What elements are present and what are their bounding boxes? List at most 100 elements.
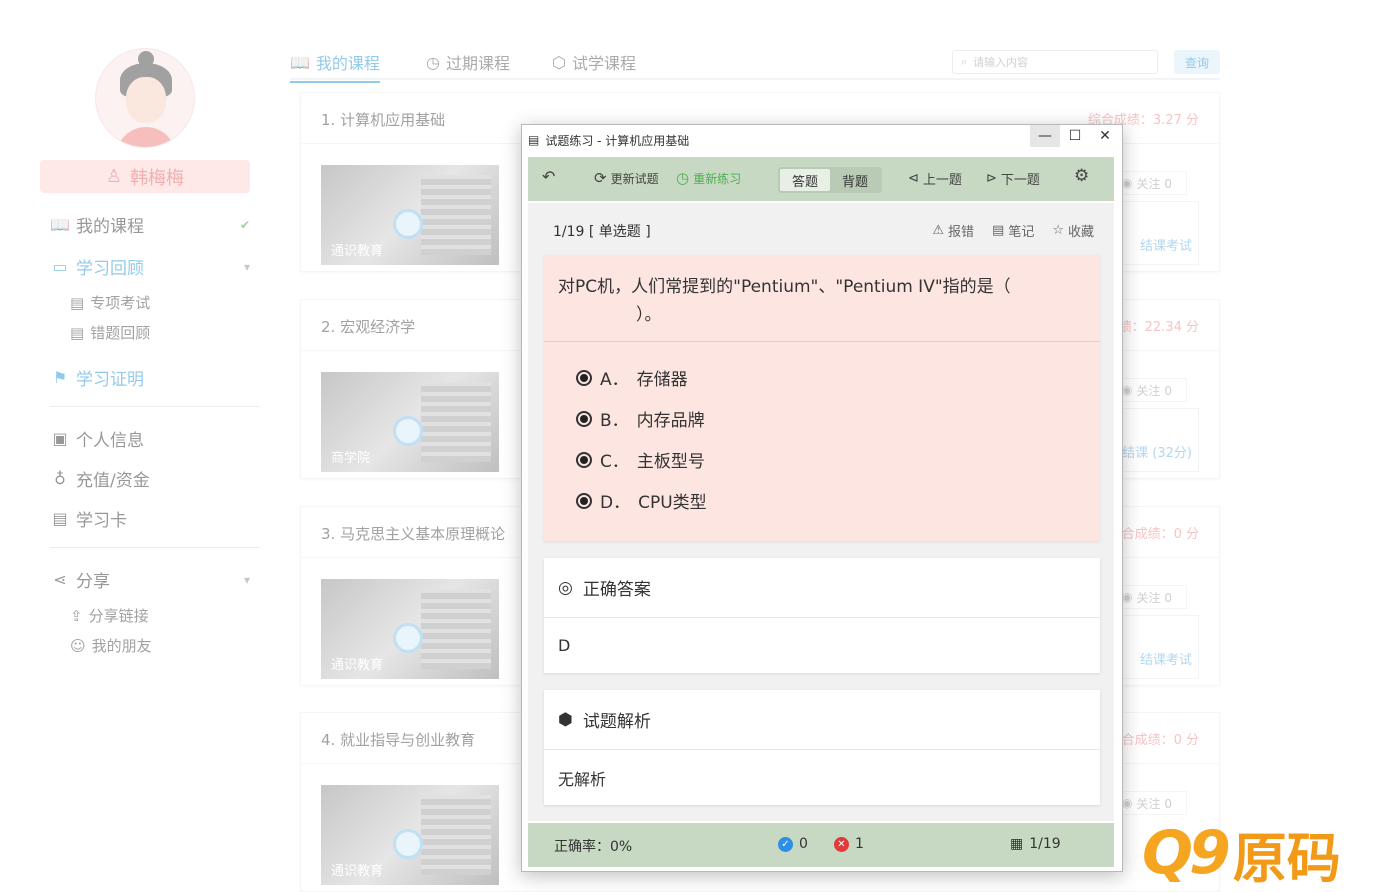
- eye-icon: ◉: [1122, 796, 1133, 810]
- course-thumbnail[interactable]: 通识教育: [321, 785, 499, 885]
- sheet-icon: ▦: [1010, 836, 1024, 852]
- warning-icon: ⚠: [932, 223, 944, 238]
- option-d[interactable]: D． CPU类型: [576, 488, 707, 513]
- doc-icon: ▤: [70, 323, 85, 342]
- clock-icon: ◷: [426, 52, 440, 72]
- practice-statusbar: 正确率：0% ✓ 0 ✕ 1 ▦ 1/19: [528, 823, 1114, 867]
- option-a[interactable]: A． 存储器: [576, 365, 688, 390]
- correct-answer-panel: ◎ 正确答案 D: [544, 558, 1100, 673]
- x-circle-icon: ✕: [834, 836, 849, 852]
- question-text: 对PC机，人们常提到的"Pentium"、"Pentium IV"指的是（ ）。: [558, 277, 1011, 325]
- restart-practice-button[interactable]: ◷ 重新练习: [676, 169, 741, 187]
- doc-icon: ▤: [70, 293, 85, 312]
- user-icon: ♙: [105, 166, 123, 187]
- accuracy-text: 正确率：0%: [554, 839, 633, 855]
- course-thumbnail[interactable]: 商学院: [321, 372, 499, 472]
- sidebar-item-study-card[interactable]: ▤ 学习卡: [50, 506, 260, 531]
- tab-my-courses[interactable]: 📖 我的课程: [290, 50, 380, 83]
- mode-memorize-button[interactable]: 背题: [830, 169, 880, 191]
- monitor-icon: ▭: [52, 257, 68, 276]
- certificate-icon: ⚑: [52, 368, 68, 387]
- check-circle-icon: ✓: [778, 836, 793, 852]
- minimize-button[interactable]: —: [1030, 125, 1060, 147]
- clock-icon: ◷: [676, 169, 690, 187]
- prev-question-button[interactable]: ⊲ 上一题: [908, 169, 962, 188]
- prev-icon: ⊲: [908, 171, 919, 186]
- search-button[interactable]: 查询: [1174, 50, 1220, 74]
- check-icon: ✔: [239, 217, 250, 232]
- tab-trial-courses[interactable]: ⬡ 试学课程: [552, 50, 636, 74]
- window-title: 试题练习 - 计算机应用基础: [545, 133, 690, 148]
- sidebar-item-recharge[interactable]: ♁ 充值/资金: [50, 466, 260, 491]
- sidebar-item-share[interactable]: ⋖ 分享 ▾: [50, 567, 260, 592]
- eye-icon: ◉: [1122, 590, 1133, 604]
- school-logo-icon: [393, 623, 423, 653]
- course-category: 通识教育: [331, 658, 384, 673]
- document-icon: ▤: [528, 133, 540, 147]
- practice-toolbar: ↶ ⟳ 更新试题 ◷ 重新练习 答题 背题 ⊲ 上一题 ⊳ 下一题 ⚙: [528, 157, 1114, 201]
- username-badge[interactable]: ♙ 韩梅梅: [40, 160, 250, 193]
- mode-switch: 答题 背题: [778, 167, 882, 193]
- money-bag-icon: ♁: [54, 469, 66, 488]
- sidebar-item-friends[interactable]: ☺ 我的朋友: [70, 635, 152, 656]
- tab-expired-courses[interactable]: ◷ 过期课程: [426, 50, 510, 74]
- upload-icon: ⇪: [70, 606, 83, 625]
- course-thumbnail[interactable]: 通识教育: [321, 165, 499, 265]
- question-area: 1/19 [ 单选题 ] ⚠ 报错 ▤ 笔记 ☆ 收藏 对PC机，人们常提到的"Pen…: [528, 203, 1114, 821]
- username: 韩梅梅: [130, 167, 185, 189]
- sidebar-item-special-exam[interactable]: ▤ 专项考试: [70, 292, 150, 313]
- search-input[interactable]: ⌕ 请输入内容: [952, 50, 1158, 74]
- course-score: 合成绩：0 分: [1121, 527, 1199, 542]
- note-button[interactable]: ▤ 笔记: [992, 221, 1034, 240]
- maximize-button[interactable]: ☐: [1060, 125, 1090, 147]
- course-title[interactable]: 1. 计算机应用基础: [321, 109, 445, 130]
- correct-count: ✓ 0: [778, 836, 808, 852]
- avatar[interactable]: [95, 48, 195, 148]
- sidebar-item-review[interactable]: ▭ 学习回顾 ▾: [50, 254, 260, 279]
- school-logo-icon: [393, 829, 423, 859]
- sidebar-item-my-courses[interactable]: 📖 我的课程 ✔: [50, 212, 260, 237]
- divider: [50, 406, 260, 407]
- option-c[interactable]: C． 主板型号: [576, 447, 705, 472]
- cube-icon: ⬡: [552, 52, 566, 72]
- school-logo-icon: [393, 416, 423, 446]
- refresh-questions-button[interactable]: ⟳ 更新试题: [594, 169, 659, 187]
- sidebar-item-profile[interactable]: ▣ 个人信息: [50, 426, 260, 451]
- back-icon[interactable]: ↶: [542, 167, 555, 186]
- course-score: 绩：22.34 分: [1118, 320, 1199, 335]
- book-icon: 📖: [290, 52, 310, 72]
- question-index: 1/19 [ 单选题 ]: [553, 224, 651, 240]
- sidebar-item-share-link[interactable]: ⇪ 分享链接: [70, 605, 149, 626]
- radio-icon: [576, 451, 592, 468]
- next-question-button[interactable]: ⊳ 下一题: [986, 169, 1040, 188]
- chevron-down-icon: ▾: [243, 259, 250, 274]
- close-button[interactable]: ✕: [1090, 125, 1120, 147]
- correct-answer-heading: 正确答案: [582, 580, 651, 600]
- sidebar-item-certificate[interactable]: ⚑ 学习证明: [50, 365, 260, 390]
- option-b[interactable]: B． 内存品牌: [576, 406, 705, 431]
- course-thumbnail[interactable]: 通识教育: [321, 579, 499, 679]
- course-title[interactable]: 3. 马克思主义基本原理概论: [321, 523, 505, 544]
- sidebar: ♙ 韩梅梅 📖 我的课程 ✔ ▭ 学习回顾 ▾ ▤ 专项考试 ▤ 错题回顾 ⚑ …: [40, 0, 260, 892]
- radio-icon: [576, 369, 592, 386]
- next-icon: ⊳: [986, 171, 997, 186]
- progress-indicator[interactable]: ▦ 1/19: [1010, 836, 1061, 852]
- refresh-icon: ⟳: [594, 169, 607, 187]
- settings-gear-icon[interactable]: ⚙: [1074, 166, 1089, 186]
- course-title[interactable]: 2. 宏观经济学: [321, 316, 415, 337]
- radio-icon: [576, 410, 592, 427]
- course-title[interactable]: 4. 就业指导与创业教育: [321, 729, 475, 750]
- analysis-panel: ⬢ 试题解析 无解析: [544, 690, 1100, 805]
- mode-answer-button[interactable]: 答题: [780, 169, 830, 191]
- divider: [50, 547, 260, 548]
- sidebar-item-wrong-review[interactable]: ▤ 错题回顾: [70, 322, 150, 343]
- radio-icon: [576, 492, 592, 509]
- favorite-button[interactable]: ☆ 收藏: [1052, 221, 1094, 240]
- star-icon: ☆: [1052, 223, 1064, 238]
- report-error-button[interactable]: ⚠ 报错: [932, 221, 974, 240]
- watermark-logo: Q9 原码: [1142, 818, 1341, 890]
- chevron-down-icon: ▾: [243, 572, 250, 587]
- eye-icon: ◉: [1122, 176, 1133, 190]
- window-titlebar[interactable]: ▤ 试题练习 - 计算机应用基础 — ☐ ✕: [522, 125, 1122, 155]
- course-score: 合成绩：0 分: [1121, 733, 1199, 748]
